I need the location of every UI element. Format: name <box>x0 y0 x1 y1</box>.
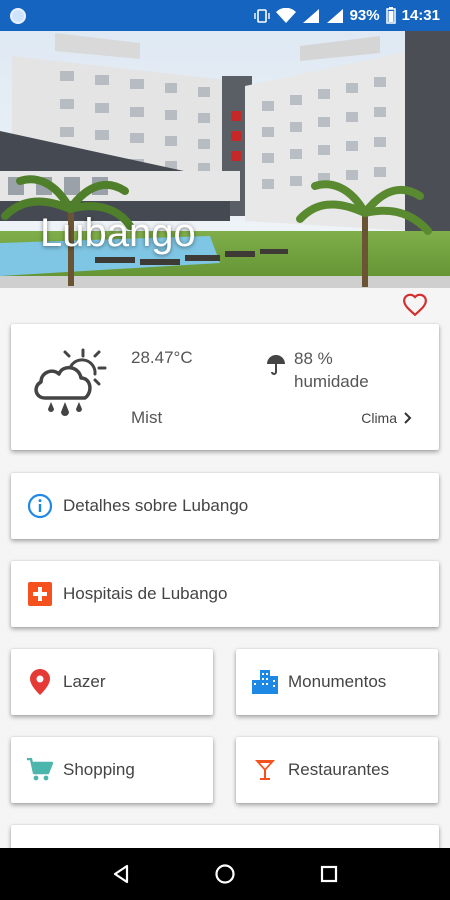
clock: 14:31 <box>401 7 440 24</box>
leisure-item[interactable]: Lazer <box>11 649 213 715</box>
location-pin-icon <box>27 669 53 695</box>
cocktail-icon <box>252 757 278 783</box>
chevron-right-icon <box>404 412 412 424</box>
temperature-value: 28.47°C <box>131 348 193 367</box>
battery-icon <box>385 7 396 24</box>
info-icon <box>27 493 53 519</box>
hospital-icon <box>27 581 53 607</box>
city-buildings-icon <box>252 669 278 695</box>
hospitals-label: Hospitais de Lubango <box>63 584 228 603</box>
cloud-rain-sun-icon <box>34 348 107 416</box>
humidity-label: humidade <box>294 372 369 391</box>
restaurants-label: Restaurantes <box>288 760 390 779</box>
recents-icon[interactable] <box>320 865 338 883</box>
heart-outline-icon <box>403 293 427 316</box>
weather-card[interactable]: 28.47°C Mist 88 % humidade Clima <box>11 324 439 450</box>
weather-condition: Mist <box>131 408 163 427</box>
home-icon[interactable] <box>214 863 236 885</box>
restaurants-item[interactable]: Restaurantes <box>236 737 438 803</box>
system-navigation-bar <box>0 848 450 900</box>
humidity: 88 % humidade <box>294 347 369 393</box>
leisure-label: Lazer <box>63 672 106 691</box>
monuments-label: Monumentos <box>288 672 387 691</box>
umbrella-icon <box>267 355 285 375</box>
details-item[interactable]: Detalhes sobre Lubango <box>11 473 439 539</box>
city-title: Lubango <box>40 211 196 255</box>
humidity-value: 88 % <box>294 349 333 368</box>
details-label: Detalhes sobre Lubango <box>63 496 249 515</box>
city-hero-image: Lubango <box>0 31 450 288</box>
notification-icon <box>10 7 26 24</box>
status-bar: 93% 14:31 <box>0 0 450 31</box>
back-icon[interactable] <box>112 864 130 884</box>
shopping-item[interactable]: Shopping <box>11 737 213 803</box>
monuments-item[interactable]: Monumentos <box>236 649 438 715</box>
weather-link-label: Clima <box>361 410 397 426</box>
hospitals-item[interactable]: Hospitais de Lubango <box>11 561 439 627</box>
signal-icon <box>302 8 319 23</box>
battery-percent: 93% <box>349 7 380 24</box>
shopping-label: Shopping <box>63 760 135 779</box>
favorite-button[interactable] <box>400 290 430 318</box>
signal-4g-icon <box>326 8 343 23</box>
weather-details-link[interactable]: Clima <box>361 410 413 426</box>
shopping-cart-icon <box>27 757 53 783</box>
vibrate-icon <box>253 8 270 23</box>
wifi-icon <box>275 7 296 23</box>
